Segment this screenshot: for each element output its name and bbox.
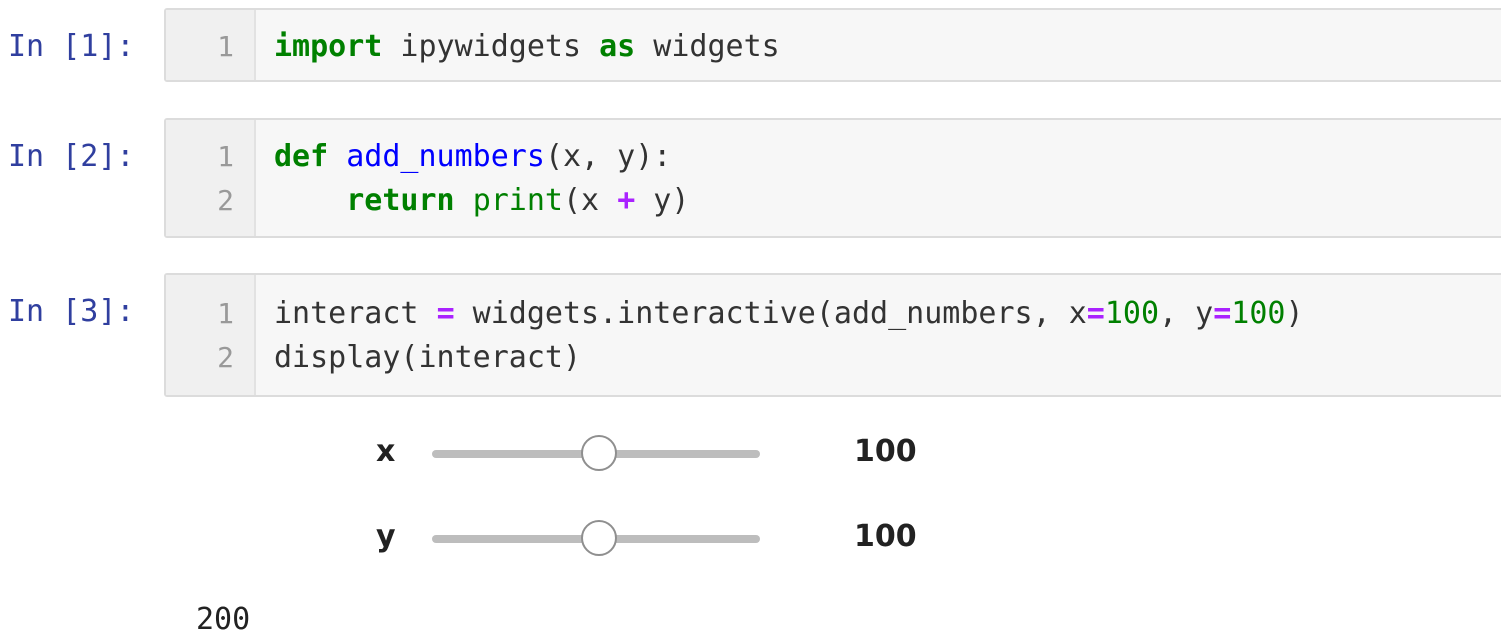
slider-readout[interactable]: 100 — [854, 519, 917, 554]
code-token: y) — [635, 183, 690, 218]
int-slider-y: y 100 — [0, 513, 1501, 563]
slider-readout[interactable]: 100 — [854, 434, 917, 469]
code-token: (x, y): — [544, 139, 672, 174]
code-token: import — [274, 29, 383, 64]
code-token: widgets.interactive(add_numbers, x — [454, 296, 1087, 331]
code-token: ) — [1285, 296, 1304, 331]
line-number: 1 — [217, 297, 234, 330]
code-token: display(interact) — [274, 340, 582, 375]
line-number: 1 — [217, 30, 234, 63]
cell-output: 200 — [196, 602, 251, 637]
line-number-gutter: 1 — [166, 10, 256, 80]
int-slider-x: x 100 — [0, 428, 1501, 478]
code-token: def — [274, 139, 329, 174]
code-line[interactable]: return print(x + y) — [274, 184, 689, 218]
slider-handle[interactable] — [581, 435, 618, 471]
code-token: = — [1086, 296, 1105, 331]
code-line[interactable]: import ipywidgets as widgets — [274, 30, 780, 64]
slider-label: x — [376, 434, 396, 469]
code-editor[interactable]: 1 import ipywidgets as widgets — [164, 8, 1501, 82]
code-cell-3[interactable]: In [3]: 1 2 interact = widgets.interacti… — [0, 273, 1501, 397]
code-token: widgets — [635, 29, 780, 64]
cell-prompt: In [1]: — [8, 29, 135, 64]
code-line[interactable]: interact = widgets.interactive(add_numbe… — [274, 297, 1304, 331]
line-number: 2 — [217, 184, 234, 217]
line-number: 2 — [217, 341, 234, 374]
cell-prompt: In [3]: — [8, 294, 135, 329]
line-number: 1 — [217, 140, 234, 173]
cell-prompt: In [2]: — [8, 139, 135, 174]
code-cell-2[interactable]: In [2]: 1 2 def add_numbers(x, y): retur… — [0, 118, 1501, 238]
line-number-gutter: 1 2 — [166, 120, 256, 236]
code-token: print — [472, 183, 563, 218]
code-token: return — [346, 183, 455, 218]
slider-label: y — [376, 519, 396, 554]
slider-track[interactable] — [432, 435, 760, 471]
code-token: + — [617, 183, 636, 218]
code-token: = — [436, 296, 455, 331]
code-cell-1[interactable]: In [1]: 1 import ipywidgets as widgets — [0, 8, 1501, 82]
code-token: add_numbers — [346, 139, 545, 174]
code-token: 100 — [1231, 296, 1286, 331]
line-number-gutter: 1 2 — [166, 275, 256, 395]
code-token: , y — [1159, 296, 1214, 331]
code-token: as — [599, 29, 636, 64]
code-line[interactable]: display(interact) — [274, 341, 581, 375]
slider-track[interactable] — [432, 520, 760, 556]
code-token: 100 — [1104, 296, 1160, 331]
code-editor[interactable]: 1 2 def add_numbers(x, y): return print(… — [164, 118, 1501, 238]
code-token: ipywidgets — [382, 29, 600, 64]
slider-handle[interactable] — [581, 520, 618, 556]
code-line[interactable]: def add_numbers(x, y): — [274, 140, 671, 174]
code-editor[interactable]: 1 2 interact = widgets.interactive(add_n… — [164, 273, 1501, 397]
code-token: (x — [563, 183, 618, 218]
code-token: interact — [274, 296, 437, 331]
code-token: = — [1213, 296, 1232, 331]
